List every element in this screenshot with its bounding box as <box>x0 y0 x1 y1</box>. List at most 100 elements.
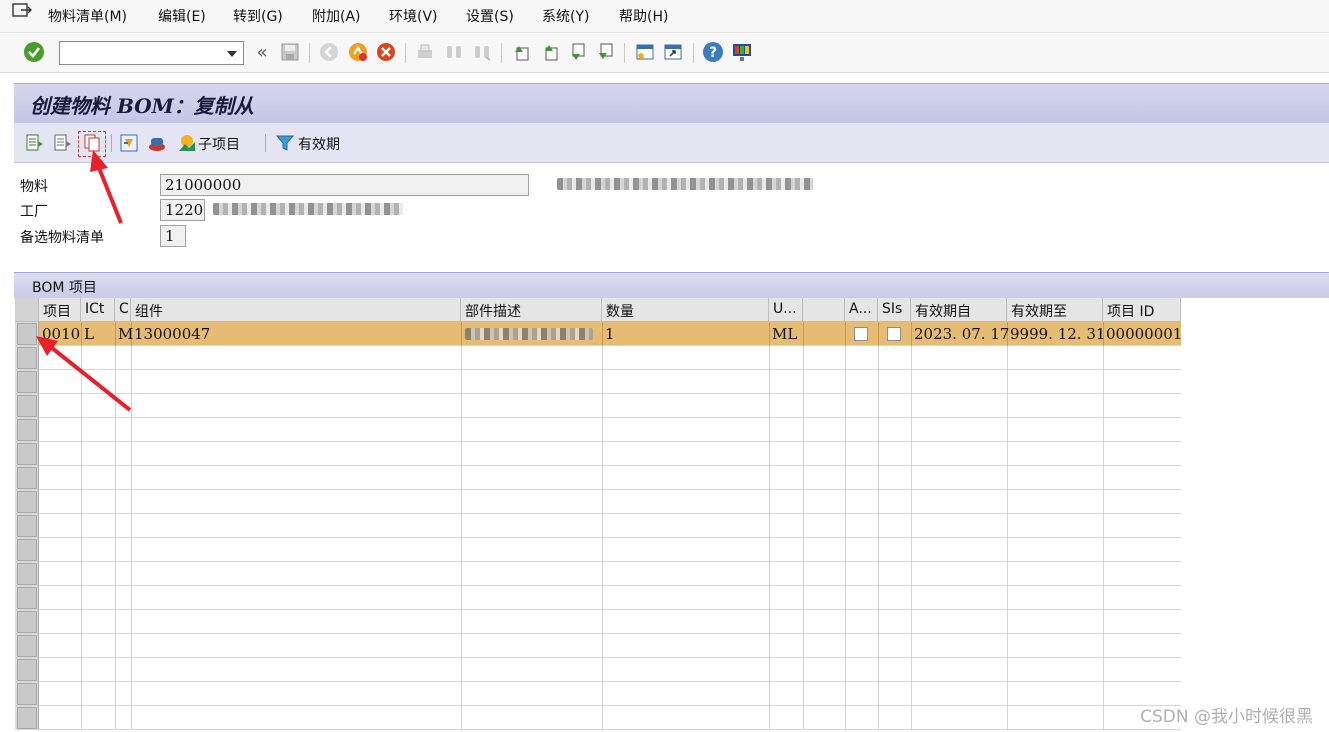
new-session-icon[interactable] <box>634 41 656 63</box>
table-row[interactable] <box>39 418 1181 442</box>
table-row[interactable] <box>39 586 1181 610</box>
cell-item-id[interactable]: 00000001 <box>1106 325 1182 343</box>
menu-system[interactable]: 系统(Y) <box>542 6 589 26</box>
last-page-icon[interactable] <box>594 41 616 63</box>
grid-line <box>803 538 804 562</box>
row-selector[interactable] <box>17 467 37 489</box>
filter-icon[interactable] <box>274 132 296 154</box>
cell-component[interactable]: 13000047 <box>134 325 210 343</box>
menu-settings[interactable]: 设置(S) <box>466 6 514 26</box>
item-overview-icon[interactable] <box>24 132 46 154</box>
select-all-cell[interactable] <box>15 298 39 322</box>
table-row[interactable] <box>39 442 1181 466</box>
plant-field[interactable]: 1220 <box>160 199 205 221</box>
row-selector[interactable] <box>17 707 37 729</box>
table-row[interactable] <box>39 538 1181 562</box>
sis-checkbox[interactable] <box>887 327 901 341</box>
col-valid-from[interactable]: 有效期自 <box>911 298 1007 322</box>
cell-valid-from[interactable]: 2023. 07. 17 <box>914 325 1009 343</box>
header-icon[interactable] <box>146 132 168 154</box>
table-row[interactable] <box>39 514 1181 538</box>
cell-item[interactable]: 0010 <box>42 325 80 343</box>
menu-goto[interactable]: 转到(G) <box>233 6 283 26</box>
row-selector[interactable] <box>17 515 37 537</box>
grid-line <box>911 514 912 538</box>
grid-line <box>878 394 879 418</box>
table-row[interactable] <box>39 562 1181 586</box>
item-detail-icon[interactable] <box>52 132 74 154</box>
row-selector[interactable] <box>17 659 37 681</box>
cell-valid-to[interactable]: 9999. 12. 31 <box>1010 325 1105 343</box>
row-selector[interactable] <box>17 539 37 561</box>
table-row[interactable] <box>39 658 1181 682</box>
row-selector[interactable] <box>17 395 37 417</box>
col-valid-to[interactable]: 有效期至 <box>1007 298 1103 322</box>
command-field[interactable] <box>59 41 244 65</box>
previous-page-icon[interactable] <box>539 41 561 63</box>
shortcut-icon[interactable] <box>662 41 684 63</box>
row-selector[interactable] <box>17 371 37 393</box>
row-selector[interactable] <box>17 443 37 465</box>
row-selector[interactable] <box>17 611 37 633</box>
row-selector[interactable] <box>17 419 37 441</box>
table-row[interactable] <box>39 466 1181 490</box>
exit-icon[interactable] <box>347 41 369 63</box>
row-selector[interactable] <box>17 587 37 609</box>
table-row[interactable] <box>39 682 1181 706</box>
layout-menu-icon[interactable] <box>731 41 753 63</box>
alt-bom-field[interactable]: 1 <box>160 225 186 247</box>
menu-exit-icon[interactable] <box>12 3 32 19</box>
table-row[interactable] <box>39 394 1181 418</box>
table-row[interactable]: 0010 L M 13000047 1 ML 2023. 07. 17 9999. 12. 3… <box>39 322 1182 346</box>
subitems-label[interactable]: 子项目 <box>198 134 240 154</box>
col-item[interactable]: 项目 <box>39 298 81 322</box>
col-assembly[interactable]: A... <box>845 298 878 322</box>
col-item-id[interactable]: 项目 ID <box>1103 298 1181 322</box>
table-row[interactable] <box>39 346 1181 370</box>
row-selector[interactable] <box>17 491 37 513</box>
row-selector[interactable] <box>17 563 37 585</box>
help-icon[interactable]: ? <box>702 41 724 63</box>
row-selector[interactable] <box>17 323 37 345</box>
enter-check-icon[interactable] <box>23 41 45 63</box>
menu-extras[interactable]: 附加(A) <box>312 6 361 26</box>
double-chevron-left-icon[interactable]: « <box>251 41 273 63</box>
cell-unit[interactable]: ML <box>772 325 797 343</box>
col-description[interactable]: 部件描述 <box>461 298 602 322</box>
col-sis[interactable]: SIs <box>878 298 911 322</box>
material-description-redacted <box>557 178 813 190</box>
next-page-icon[interactable] <box>566 41 588 63</box>
first-page-icon[interactable] <box>510 41 532 63</box>
cell-c[interactable]: M <box>118 325 133 343</box>
col-ict[interactable]: ICt <box>81 298 115 322</box>
table-row[interactable] <box>39 490 1181 514</box>
menu-help[interactable]: 帮助(H) <box>619 6 668 26</box>
chevron-down-icon[interactable] <box>227 51 237 57</box>
row-selector[interactable] <box>17 683 37 705</box>
cancel-icon[interactable] <box>375 41 397 63</box>
grid-line <box>845 442 846 466</box>
col-quantity[interactable]: 数量 <box>602 298 769 322</box>
col-blank[interactable] <box>803 298 845 322</box>
col-unit[interactable]: U... <box>769 298 803 322</box>
assembly-checkbox[interactable] <box>854 327 868 341</box>
material-field[interactable]: 21000000 <box>160 174 529 196</box>
cell-ict[interactable]: L <box>84 325 94 343</box>
col-component[interactable]: 组件 <box>131 298 461 322</box>
table-row[interactable] <box>39 370 1181 394</box>
col-c[interactable]: C <box>115 298 131 322</box>
table-row[interactable] <box>39 634 1181 658</box>
cell-quantity[interactable]: 1 <box>605 325 615 343</box>
row-selector[interactable] <box>17 635 37 657</box>
new-entries-icon[interactable] <box>118 132 140 154</box>
grid-line <box>911 418 912 442</box>
table-row[interactable] <box>39 610 1181 634</box>
validity-label[interactable]: 有效期 <box>298 134 340 154</box>
grid-line <box>115 418 116 442</box>
subitems-icon[interactable] <box>176 132 198 154</box>
menu-bom[interactable]: 物料清单(M) <box>48 6 127 26</box>
menu-edit[interactable]: 编辑(E) <box>158 6 206 26</box>
row-selector[interactable] <box>17 347 37 369</box>
menu-environment[interactable]: 环境(V) <box>389 6 438 26</box>
table-row[interactable] <box>39 706 1181 730</box>
